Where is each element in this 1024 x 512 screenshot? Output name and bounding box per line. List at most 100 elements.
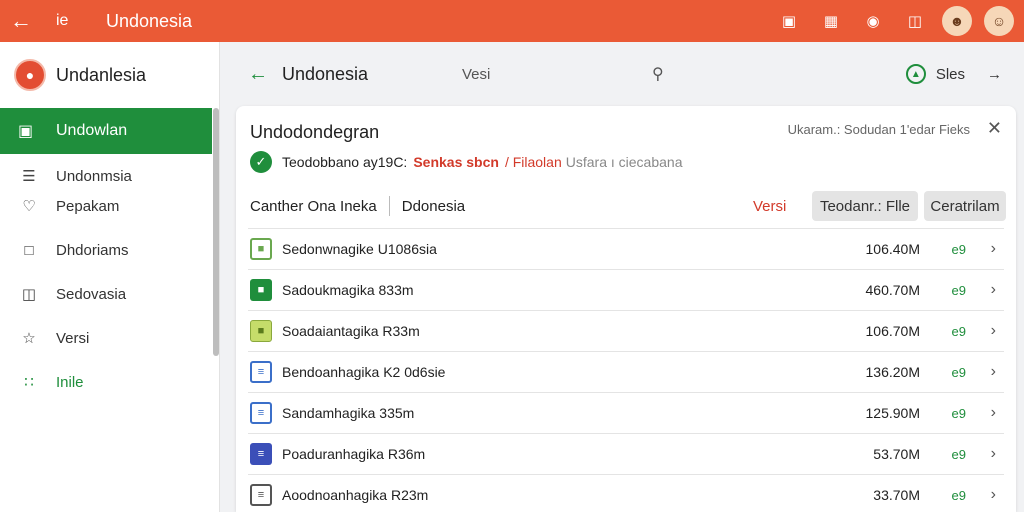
chevron-right-icon[interactable]: › xyxy=(991,281,996,299)
sidebar-item-label: Versi xyxy=(56,329,90,347)
chevron-right-icon[interactable]: › xyxy=(991,363,996,381)
status-line: ✓ Teodobbano ay19C: Senkas sbcn / Filaol… xyxy=(250,151,682,173)
file-name: Bendoanhagika K2 0d6sie xyxy=(282,364,446,380)
clock-icon: ▲ xyxy=(905,64,926,84)
page-title: Undonesia xyxy=(282,63,369,84)
table-row[interactable]: ≡ Sandamhagika 335m 125.90M e9 › xyxy=(248,392,1004,433)
file-size: 106.70M xyxy=(865,323,920,339)
file-name: Aoodnoanhagika R23m xyxy=(282,487,429,503)
status-tail: Usfara ı ciecabana xyxy=(565,154,683,170)
sidebar-item-active[interactable]: ▣ Undowlan xyxy=(0,108,212,154)
image-icon: ▣ xyxy=(18,123,34,140)
table-row[interactable]: ■ Sadoukmagika 833m 460.70M e9 › xyxy=(248,269,1004,310)
profile-icon[interactable]: ☺ xyxy=(984,6,1014,36)
search-icon[interactable]: ⚲ xyxy=(652,64,682,84)
file-status: e9 xyxy=(951,241,966,257)
sidebar-title: Undanlesia xyxy=(56,64,147,85)
screenshot-icon[interactable]: ▣ xyxy=(774,6,804,36)
file-button[interactable]: Teodanr.: Flle xyxy=(812,191,918,221)
download-icon: □ xyxy=(24,241,34,259)
sidebar-item-3[interactable]: □ Dhdoriams xyxy=(0,228,219,272)
file-status: e9 xyxy=(951,446,966,462)
toolbar-version-link[interactable]: Versi xyxy=(753,198,786,215)
chevron-right-icon[interactable]: › xyxy=(991,404,996,422)
green-file-icon: ■ xyxy=(250,279,272,301)
file-name: Sandamhagika 335m xyxy=(282,405,415,421)
doc-icon: ≡ xyxy=(250,402,272,424)
card-meta: Ukaram.: Sodudan 1'edar Fieks xyxy=(787,122,970,137)
logo-icon: ● xyxy=(14,59,46,91)
arrow-left-icon[interactable]: ← xyxy=(0,0,42,42)
sidebar-header: ● Undanlesia xyxy=(0,42,219,108)
header-right-label[interactable]: Sles xyxy=(936,66,965,83)
table-row[interactable]: ■ Soadaiantagika R33m 106.70M e9 › xyxy=(248,310,1004,351)
file-status: e9 xyxy=(951,405,966,421)
sidebar: ● Undanlesia ▣ Undowlan ☰ Undonmsia ♡ Pe… xyxy=(0,42,220,512)
sidebar-item-2[interactable]: ♡ Pepakam xyxy=(0,184,219,228)
box-icon: ■ xyxy=(250,238,272,260)
doc-icon: ≡ xyxy=(250,443,272,465)
sidebar-item-label: Undowlan xyxy=(56,122,128,139)
file-size: 53.70M xyxy=(873,446,920,462)
table-row[interactable]: ≡ Bendoanhagika K2 0d6sie 136.20M e9 › xyxy=(248,351,1004,392)
sidebar-item-6[interactable]: ∷ Inile xyxy=(0,360,219,404)
table-row[interactable]: ≡ Poaduranhagika R36m 53.70M e9 › xyxy=(248,433,1004,474)
sidebar-item-label: Pepakam xyxy=(56,197,120,215)
file-size: 125.90M xyxy=(865,405,920,421)
box-icon: ■ xyxy=(250,320,272,342)
file-name: Poaduranhagika R36m xyxy=(282,446,426,462)
doc-icon: ≡ xyxy=(250,361,272,383)
inbox-icon: ◫ xyxy=(21,286,37,303)
arrow-right-icon[interactable]: → xyxy=(987,66,1002,83)
header-right: ▲ Sles → xyxy=(905,64,1002,84)
avatar-icon[interactable]: ☻ xyxy=(942,6,972,36)
file-status: e9 xyxy=(951,323,966,339)
close-icon[interactable]: ✕ xyxy=(987,118,1002,139)
header-middle-text: Vesi xyxy=(462,65,491,83)
table-row[interactable]: ■ Sedonwnagike U1086sia 106.40M e9 › xyxy=(248,228,1004,269)
app-title: Undonesia xyxy=(106,10,193,31)
status-link[interactable]: / Filaolan xyxy=(505,154,562,170)
main-header: ← Undonesia Vesi ⚲ ▲ Sles → xyxy=(220,42,1024,106)
chevron-right-icon[interactable]: › xyxy=(991,240,996,258)
menu-icon: ☰ xyxy=(22,168,36,185)
status-text: Teodobbano ay19C: xyxy=(282,154,408,170)
table-row[interactable]: ≡ Aoodnoanhagika R23m 33.70M e9 › xyxy=(248,474,1004,512)
file-status: e9 xyxy=(951,364,966,380)
doc-icon: ≡ xyxy=(250,484,272,506)
sidebar-item-4[interactable]: ◫ Sedovasia xyxy=(0,272,219,316)
sidebar-item-label: Inile xyxy=(56,373,84,391)
card-title: Undodondegran xyxy=(250,122,380,142)
file-name: Soadaiantagika R33m xyxy=(282,323,420,339)
sidebar-scrollbar[interactable] xyxy=(213,108,219,356)
sidebar-item-5[interactable]: ☆ Versi xyxy=(0,316,219,360)
inbox-icon[interactable]: ◫ xyxy=(900,6,930,36)
chevron-right-icon[interactable]: › xyxy=(991,486,996,504)
file-card: Undodondegran Ukaram.: Sodudan 1'edar Fi… xyxy=(236,106,1016,512)
star-icon: ☆ xyxy=(22,330,36,347)
file-name: Sadoukmagika 833m xyxy=(282,282,414,298)
chevron-right-icon[interactable]: › xyxy=(991,445,996,463)
file-size: 136.20M xyxy=(865,364,920,380)
bell-icon: ♡ xyxy=(22,198,36,215)
app-short-name: ie xyxy=(56,12,69,29)
extra-button[interactable]: Ceratrilam xyxy=(924,191,1006,221)
top-icons: ▣ ▦ ◉ ◫ ☻ ☺ xyxy=(774,6,1014,36)
notification-icon[interactable]: ◉ xyxy=(858,6,888,36)
chart-icon[interactable]: ▦ xyxy=(816,6,846,36)
chevron-right-icon[interactable]: › xyxy=(991,322,996,340)
toolbar-label: Canther Ona Ineka xyxy=(250,197,377,215)
grid-icon: ∷ xyxy=(24,374,34,391)
arrow-left-icon[interactable]: ← xyxy=(248,63,268,86)
sidebar-item-label: Undonmsia xyxy=(56,167,132,185)
file-size: 106.40M xyxy=(865,241,920,257)
top-bar: ← ie Undonesia ▣ ▦ ◉ ◫ ☻ ☺ xyxy=(0,0,1024,42)
toolbar-sub[interactable]: Ddonesia xyxy=(402,198,465,215)
file-toolbar: Canther Ona Ineka Ddonesia Versi Teodanr… xyxy=(250,190,1006,222)
file-name: Sedonwnagike U1086sia xyxy=(282,241,437,257)
check-icon: ✓ xyxy=(250,151,272,173)
toolbar-divider xyxy=(388,196,390,216)
status-highlight: Senkas sbcn xyxy=(413,154,499,170)
file-list: ■ Sedonwnagike U1086sia 106.40M e9 › ■ S… xyxy=(248,228,1004,512)
file-status: e9 xyxy=(951,487,966,503)
